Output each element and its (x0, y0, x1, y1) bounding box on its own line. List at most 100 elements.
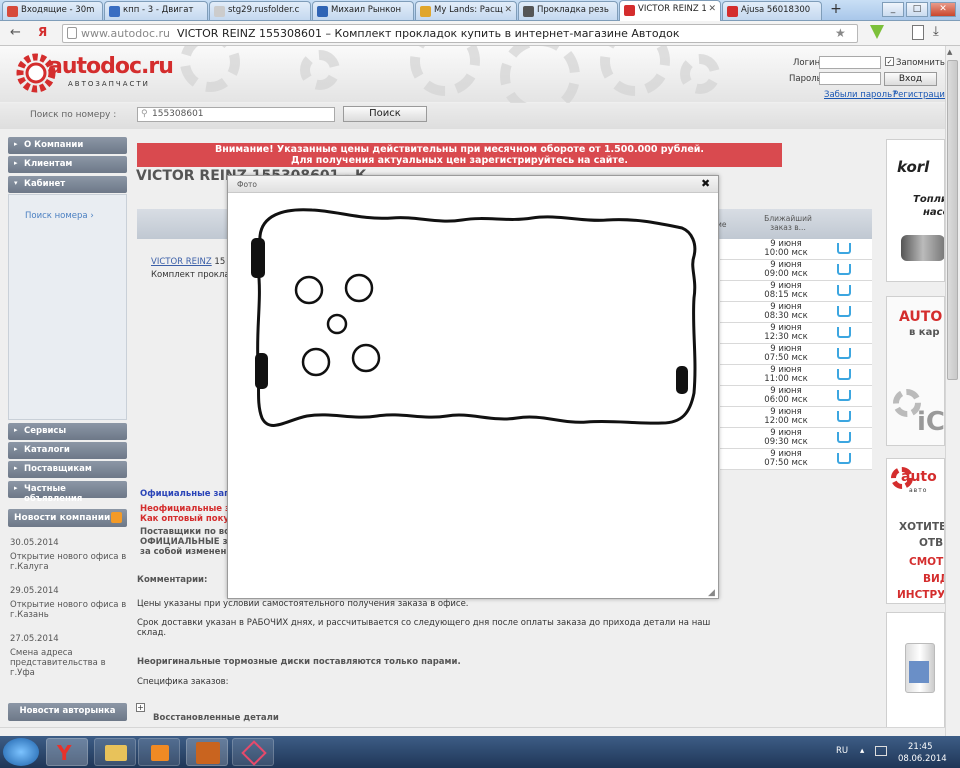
ad-text: Топли (913, 194, 945, 205)
chevron-right-icon: ▸ (14, 159, 18, 167)
start-button[interactable] (3, 738, 39, 766)
ad-banner-autodoc-card[interactable]: AUTO в кар iC (886, 296, 945, 446)
yandex-browser-taskbar-icon[interactable]: Y (46, 738, 88, 766)
cart-icon[interactable] (837, 432, 851, 443)
minimize-button[interactable]: _ (882, 2, 904, 17)
clock-date[interactable]: 08.06.2014 (898, 754, 947, 764)
cart-icon[interactable] (837, 453, 851, 464)
explorer-taskbar-icon[interactable] (94, 738, 136, 766)
news-link[interactable]: Открытие нового офиса в г.Казань (10, 600, 128, 620)
resize-handle-icon[interactable]: ◢ (708, 588, 715, 598)
forgot-password-link[interactable]: Забыли пароль? (824, 90, 897, 100)
photo-modal: Фото ✖ ◢ (227, 175, 719, 599)
cart-icon[interactable] (837, 390, 851, 401)
close-icon[interactable]: ✕ (708, 4, 716, 14)
scroll-up-arrow-icon[interactable]: ▲ (947, 48, 952, 56)
bookmark-star-icon[interactable]: ★ (835, 26, 846, 40)
cart-icon[interactable] (837, 285, 851, 296)
nav-item-cabinet[interactable]: ▾ Кабинет (8, 176, 127, 193)
cart-icon[interactable] (837, 327, 851, 338)
nav-item-services[interactable]: ▸ Сервисы (8, 423, 127, 440)
cart-icon[interactable] (837, 369, 851, 380)
login-input[interactable] (819, 56, 881, 69)
network-icon[interactable] (875, 746, 887, 756)
nav-item-catalogs[interactable]: ▸ Каталоги (8, 442, 127, 459)
news-header[interactable]: Новости компании (8, 509, 127, 527)
nav-item-private-ads[interactable]: ▸ Частные объявления (8, 481, 127, 504)
news-date: 29.05.2014 (10, 586, 59, 596)
nav-item-suppliers[interactable]: ▸ Поставщикам (8, 461, 127, 478)
autodoc-icon (624, 5, 635, 16)
yandex-button[interactable]: Я (38, 25, 47, 39)
back-button[interactable]: ← (10, 25, 21, 40)
comments-label: Комментарии: (137, 575, 208, 585)
author-news-header[interactable]: Новости авторынка (8, 703, 127, 721)
rss-icon[interactable] (111, 512, 122, 523)
page-menu-icon[interactable] (912, 25, 924, 40)
download-arrow-icon[interactable] (870, 25, 884, 39)
game-icon (196, 742, 220, 764)
system-tray: RU ▴ 21:45 08.06.2014 (828, 736, 960, 768)
ad-banner-video[interactable]: auto авто ХОТИТЕ ОТВЕ СМОТ ВИД ИНСТРУ (886, 458, 945, 604)
remember-checkbox[interactable]: ✓ (885, 57, 894, 66)
folder-icon (105, 745, 127, 761)
browser-tab[interactable]: Входящие - 30m (2, 1, 103, 20)
row-time: 09:30 мск (764, 437, 808, 447)
browser-tab[interactable]: Прокладка резь (518, 1, 618, 20)
ad-text: ВИД (923, 573, 944, 585)
maximize-button[interactable]: □ (906, 2, 928, 17)
clock-time[interactable]: 21:45 (908, 742, 933, 752)
chevron-right-icon: ▸ (14, 464, 18, 472)
browser-tab[interactable]: My Lands: Расщ ✕ (415, 1, 517, 20)
app-taskbar-icon[interactable] (232, 738, 274, 766)
horizontal-scrollbar[interactable] (0, 727, 945, 736)
browser-tab[interactable]: кпп - 3 - Двигат (104, 1, 208, 20)
game-icon (420, 6, 431, 17)
table-row: 9 июня 11:00 мск (720, 365, 872, 386)
expand-toggle[interactable]: + (136, 703, 145, 712)
gear-decoration (300, 50, 340, 90)
ad-text: korl (897, 158, 930, 176)
browser-tab[interactable]: Михаил Рынкон (312, 1, 414, 20)
close-window-button[interactable]: ✕ (930, 2, 956, 17)
cart-icon[interactable] (837, 243, 851, 254)
ad-banner-fuel-pump[interactable]: korl Топли насо (886, 139, 945, 282)
nav-item-clients[interactable]: ▸ Клиентам (8, 156, 127, 173)
browser-tab-active[interactable]: VICTOR REINZ 1 ✕ (619, 0, 721, 21)
logo[interactable]: autodoc.ru АВТОЗАПЧАСТИ (16, 50, 174, 96)
nav-item-company[interactable]: ▸ О Компании (8, 137, 127, 154)
news-link[interactable]: Смена адреса представительства в г.Уфа (10, 648, 128, 678)
modal-close-button[interactable]: ✖ (701, 177, 710, 190)
search-button[interactable]: Поиск (343, 106, 427, 122)
language-indicator[interactable]: RU (836, 746, 848, 756)
modal-title-bar[interactable]: Фото ✖ (228, 176, 718, 193)
brand-link[interactable]: VICTOR REINZ (151, 257, 212, 267)
password-input[interactable] (819, 72, 881, 85)
browser-tab[interactable]: Ajusa 56018300 (722, 1, 822, 20)
cart-icon[interactable] (837, 306, 851, 317)
close-icon[interactable]: ✕ (504, 5, 512, 15)
cart-icon[interactable] (837, 411, 851, 422)
cart-icon[interactable] (837, 348, 851, 359)
url-field[interactable]: www.autodoc.ru VICTOR REINZ 155308601 – … (62, 24, 858, 43)
game-taskbar-icon[interactable] (186, 738, 228, 766)
news-link[interactable]: Открытие нового офиса в г.Калуга (10, 552, 128, 572)
search-by-number-link[interactable]: Поиск номера › (25, 211, 94, 221)
login-button[interactable]: Вход (884, 72, 937, 86)
media-player-taskbar-icon[interactable] (138, 738, 180, 766)
new-tab-button[interactable]: + (825, 2, 847, 19)
cart-icon[interactable] (837, 264, 851, 275)
taskbar: Y (0, 736, 960, 768)
yandex-icon: Y (57, 741, 72, 765)
register-link[interactable]: Регистрация (893, 90, 945, 100)
downloads-icon[interactable]: ⤓ (933, 24, 939, 39)
ad-banner-oil[interactable] (886, 612, 945, 736)
modal-title: Фото (237, 180, 258, 189)
browser-tab[interactable]: stg29.rusfolder.c (209, 1, 311, 20)
search-row: Поиск по номеру : ⚲ 155308601 Поиск (0, 103, 945, 129)
ad-text: авто (909, 487, 928, 494)
search-input[interactable]: ⚲ 155308601 (137, 107, 335, 122)
tab-label: Входящие - 30m (21, 5, 95, 15)
tray-arrow-icon[interactable]: ▴ (860, 746, 864, 756)
vertical-scrollbar-thumb[interactable] (947, 60, 958, 380)
